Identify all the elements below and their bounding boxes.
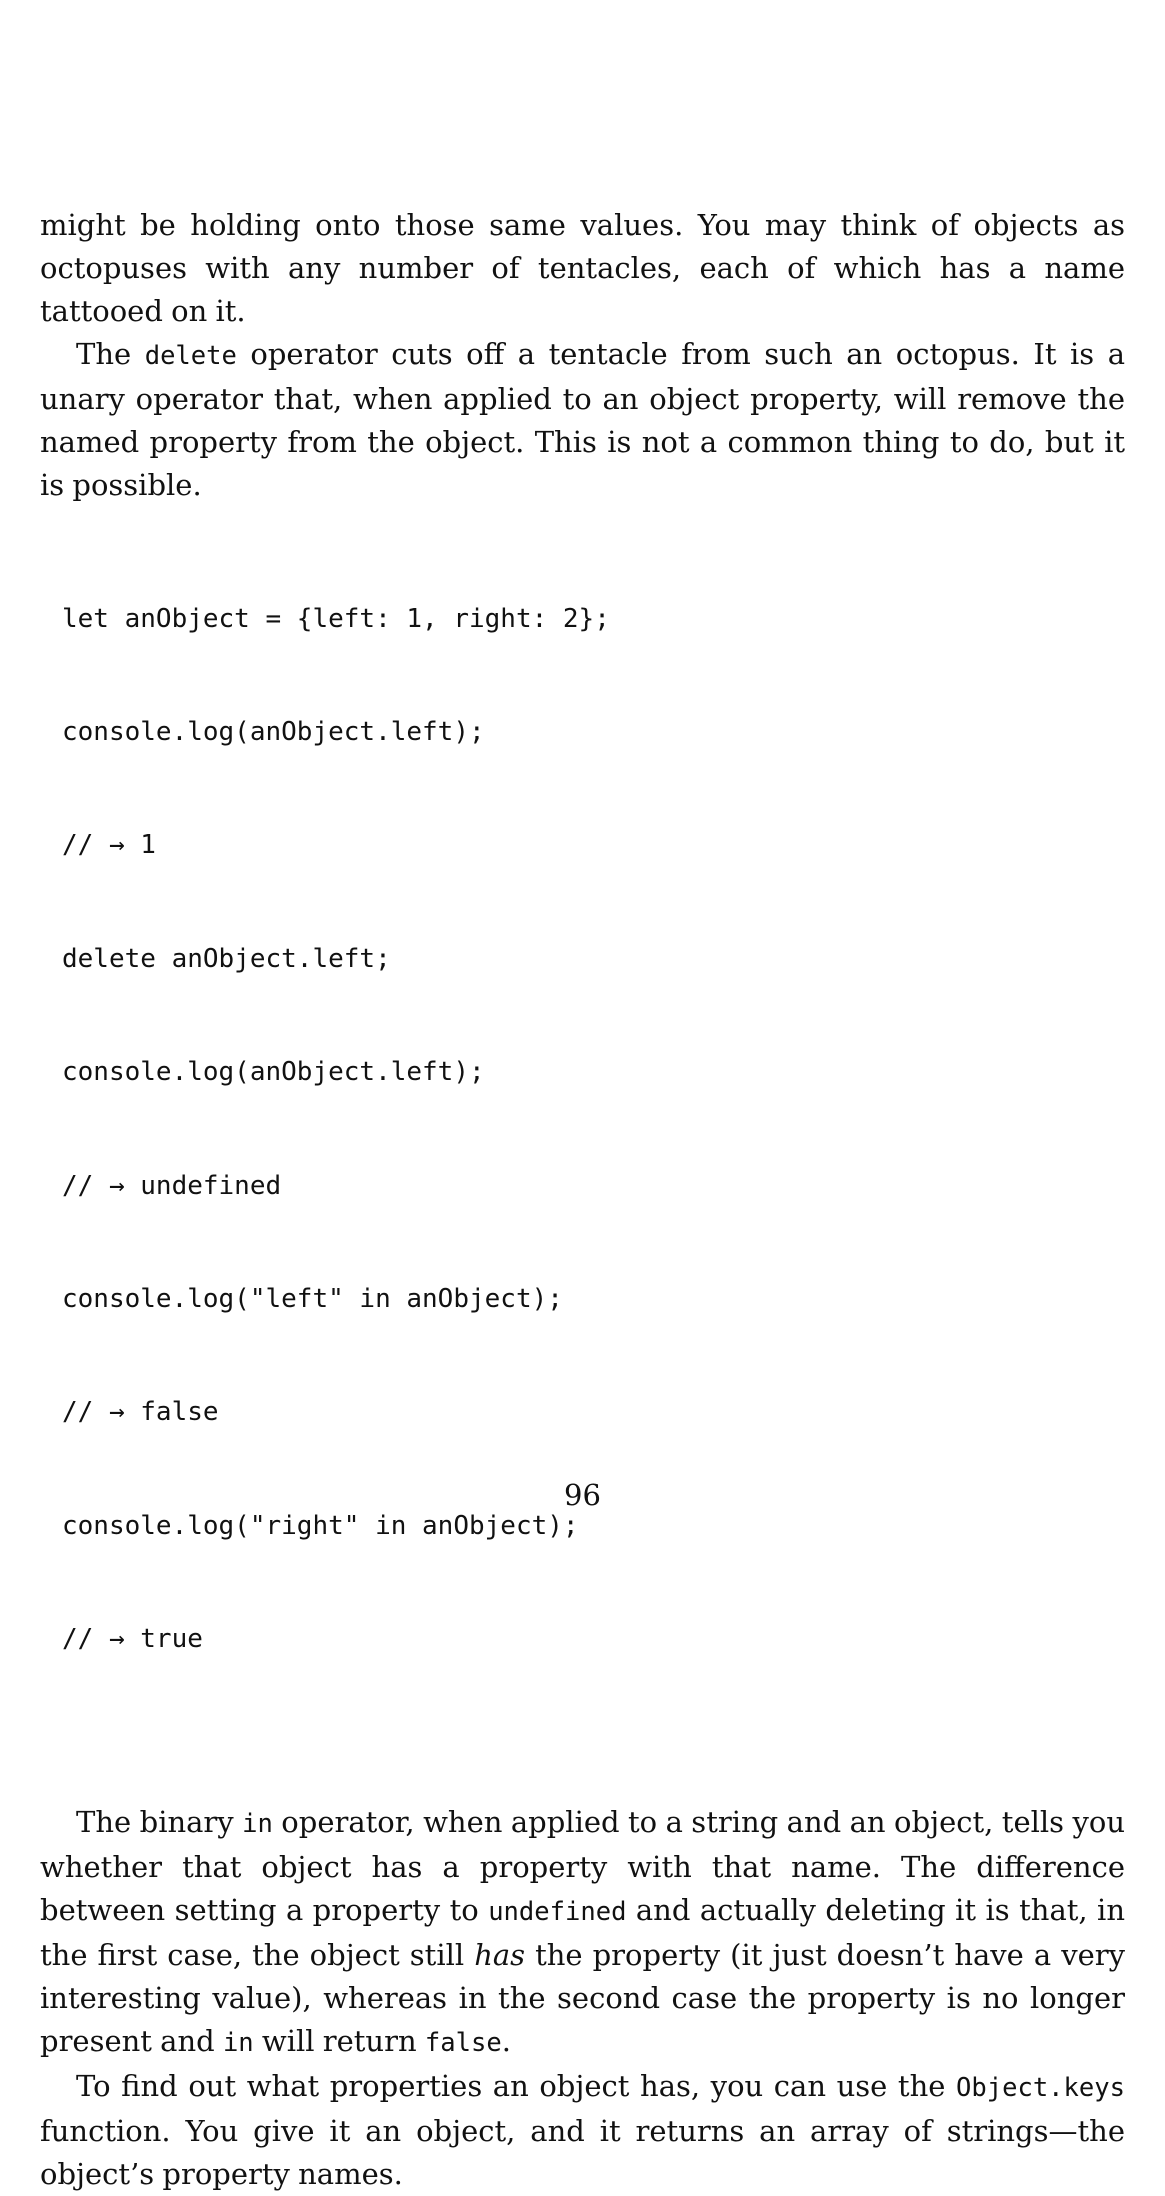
text-run: function. You give it an object, and it … xyxy=(40,2113,1125,2191)
text-run: The xyxy=(76,337,145,371)
page-number: 96 xyxy=(564,1478,601,1512)
inline-code-object-keys: Object.keys xyxy=(956,2072,1125,2103)
code-line: console.log("right" in anObject); xyxy=(62,1510,579,1541)
code-line: // → 1 xyxy=(62,830,156,861)
page-body: might be holding onto those same values.… xyxy=(40,204,1125,2196)
inline-code-in: in xyxy=(222,2027,254,2058)
code-line: // → false xyxy=(62,1397,219,1428)
code-block: let anObject = {left: 1, right: 2}; cons… xyxy=(62,525,1125,1735)
paragraph-in-operator: The binary in operator, when applied to … xyxy=(40,1801,1125,2065)
emphasis-has: has xyxy=(474,1937,526,1972)
inline-code-in: in xyxy=(242,1808,273,1839)
text-run: will return xyxy=(253,2023,425,2058)
inline-code-false: false xyxy=(424,2027,502,2058)
text-run: . xyxy=(501,2023,511,2058)
code-line: console.log(anObject.left); xyxy=(62,1057,485,1088)
code-line: let anObject = {left: 1, right: 2}; xyxy=(62,603,610,634)
inline-code-undefined: undefined xyxy=(488,1896,627,1927)
text-run: The binary xyxy=(76,1804,243,1839)
code-line: console.log("left" in anObject); xyxy=(62,1283,563,1314)
inline-code-delete: delete xyxy=(144,341,237,371)
paragraph-delete-operator: The delete operator cuts off a tentacle … xyxy=(40,333,1125,507)
text-run: To find out what properties an object ha… xyxy=(76,2068,957,2103)
code-line: // → true xyxy=(62,1624,203,1655)
paragraph-object-keys: To find out what properties an object ha… xyxy=(40,2065,1125,2196)
code-line: console.log(anObject.left); xyxy=(62,716,485,747)
paragraph-objects-octopuses: might be holding onto those same values.… xyxy=(40,208,1125,328)
code-line: delete anObject.left; xyxy=(62,943,391,974)
code-line: // → undefined xyxy=(62,1170,282,1201)
